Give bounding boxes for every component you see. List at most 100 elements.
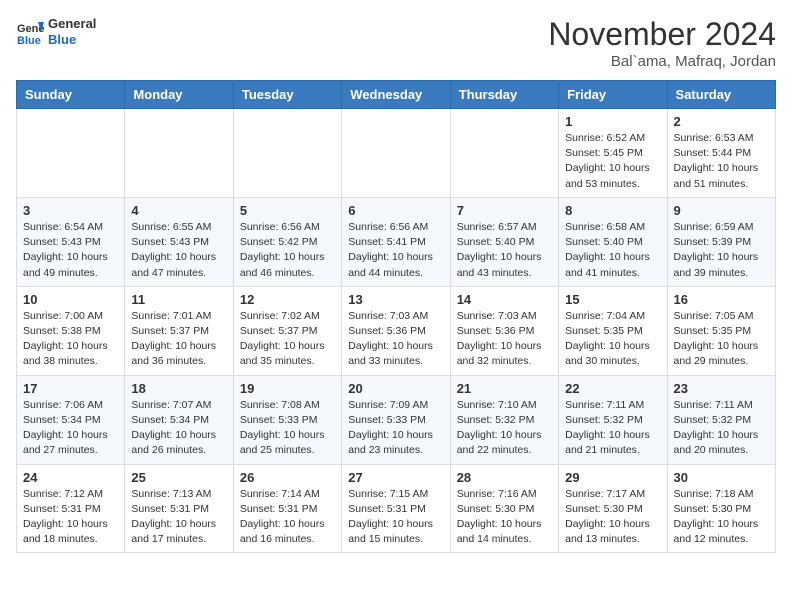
calendar-cell: 17Sunrise: 7:06 AM Sunset: 5:34 PM Dayli… (17, 375, 125, 464)
day-number: 18 (131, 381, 226, 396)
day-number: 8 (565, 203, 660, 218)
calendar-cell (342, 109, 450, 198)
calendar-cell: 8 Sunrise: 6:58 AM Sunset: 5:40 PM Daylig… (559, 197, 667, 286)
weekday-header-sunday: Sunday (17, 81, 125, 109)
day-info: Sunrise: 7:01 AM Sunset: 5:37 PM Dayligh… (131, 309, 226, 370)
logo-icon: General Blue (16, 18, 44, 46)
calendar-cell: 29Sunrise: 7:17 AM Sunset: 5:30 PM Dayli… (559, 464, 667, 553)
calendar-cell: 2Sunrise: 6:53 AM Sunset: 5:44 PM Daylig… (667, 109, 775, 198)
calendar-cell: 14Sunrise: 7:03 AM Sunset: 5:36 PM Dayli… (450, 286, 558, 375)
day-number: 13 (348, 292, 443, 307)
calendar-cell: 15 Sunrise: 7:04 AM Sunset: 5:35 PM Dayli… (559, 286, 667, 375)
day-number: 1 (565, 114, 660, 129)
day-number: 20 (348, 381, 443, 396)
day-number: 23 (674, 381, 769, 396)
day-info: Sunrise: 7:13 AM Sunset: 5:31 PM Dayligh… (131, 487, 226, 548)
weekday-header-thursday: Thursday (450, 81, 558, 109)
day-number: 9 (674, 203, 769, 218)
day-info: Sunrise: 7:11 AM Sunset: 5:32 PM Dayligh… (565, 398, 660, 459)
calendar-cell: 26 Sunrise: 7:14 AM Sunset: 5:31 PM Dayli… (233, 464, 341, 553)
calendar-cell (233, 109, 341, 198)
day-info: Sunrise: 6:56 AM Sunset: 5:42 PM Dayligh… (240, 220, 335, 281)
calendar-cell: 18Sunrise: 7:07 AM Sunset: 5:34 PM Dayli… (125, 375, 233, 464)
weekday-header-wednesday: Wednesday (342, 81, 450, 109)
day-number: 10 (23, 292, 118, 307)
day-number: 19 (240, 381, 335, 396)
weekday-header-row: SundayMondayTuesdayWednesdayThursdayFrid… (17, 81, 776, 109)
calendar-cell: 3 Sunrise: 6:54 AM Sunset: 5:43 PM Daylig… (17, 197, 125, 286)
calendar-cell: 21 Sunrise: 7:10 AM Sunset: 5:32 PM Dayli… (450, 375, 558, 464)
day-number: 3 (23, 203, 118, 218)
calendar-week-5: 24 Sunrise: 7:12 AM Sunset: 5:31 PM Dayli… (17, 464, 776, 553)
day-info: Sunrise: 7:03 AM Sunset: 5:36 PM Dayligh… (348, 309, 443, 370)
day-info: Sunrise: 7:14 AM Sunset: 5:31 PM Dayligh… (240, 487, 335, 548)
day-number: 15 (565, 292, 660, 307)
calendar-cell: 30 Sunrise: 7:18 AM Sunset: 5:30 PM Dayli… (667, 464, 775, 553)
day-info: Sunrise: 6:58 AM Sunset: 5:40 PM Dayligh… (565, 220, 660, 281)
svg-text:Blue: Blue (17, 35, 41, 46)
day-number: 5 (240, 203, 335, 218)
calendar-cell: 28 Sunrise: 7:16 AM Sunset: 5:30 PM Dayli… (450, 464, 558, 553)
day-number: 16 (674, 292, 769, 307)
day-info: Sunrise: 7:18 AM Sunset: 5:30 PM Dayligh… (674, 487, 769, 548)
day-number: 28 (457, 470, 552, 485)
day-number: 21 (457, 381, 552, 396)
weekday-header-friday: Friday (559, 81, 667, 109)
day-info: Sunrise: 7:10 AM Sunset: 5:32 PM Dayligh… (457, 398, 552, 459)
calendar-table: SundayMondayTuesdayWednesdayThursdayFrid… (16, 80, 776, 553)
day-number: 26 (240, 470, 335, 485)
calendar-cell (450, 109, 558, 198)
day-number: 4 (131, 203, 226, 218)
logo-general-text: General (48, 16, 96, 32)
calendar-cell: 16Sunrise: 7:05 AM Sunset: 5:35 PM Dayli… (667, 286, 775, 375)
calendar-cell: 1 Sunrise: 6:52 AM Sunset: 5:45 PM Daylig… (559, 109, 667, 198)
calendar-cell: 20Sunrise: 7:09 AM Sunset: 5:33 PM Dayli… (342, 375, 450, 464)
day-number: 24 (23, 470, 118, 485)
calendar-cell (17, 109, 125, 198)
day-info: Sunrise: 7:02 AM Sunset: 5:37 PM Dayligh… (240, 309, 335, 370)
day-info: Sunrise: 6:54 AM Sunset: 5:43 PM Dayligh… (23, 220, 118, 281)
calendar-cell: 6 Sunrise: 6:56 AM Sunset: 5:41 PM Daylig… (342, 197, 450, 286)
title-block: November 2024 Bal`ama, Mafraq, Jordan (548, 16, 776, 70)
calendar-cell (125, 109, 233, 198)
day-number: 17 (23, 381, 118, 396)
location: Bal`ama, Mafraq, Jordan (548, 53, 776, 70)
calendar-week-2: 3 Sunrise: 6:54 AM Sunset: 5:43 PM Daylig… (17, 197, 776, 286)
day-number: 7 (457, 203, 552, 218)
month-title: November 2024 (548, 16, 776, 53)
day-info: Sunrise: 7:08 AM Sunset: 5:33 PM Dayligh… (240, 398, 335, 459)
calendar-week-1: 1 Sunrise: 6:52 AM Sunset: 5:45 PM Daylig… (17, 109, 776, 198)
day-number: 2 (674, 114, 769, 129)
day-number: 6 (348, 203, 443, 218)
logo: General Blue General Blue (16, 16, 96, 47)
day-info: Sunrise: 7:12 AM Sunset: 5:31 PM Dayligh… (23, 487, 118, 548)
day-number: 22 (565, 381, 660, 396)
day-info: Sunrise: 6:52 AM Sunset: 5:45 PM Dayligh… (565, 131, 660, 192)
weekday-header-monday: Monday (125, 81, 233, 109)
calendar-cell: 23Sunrise: 7:11 AM Sunset: 5:32 PM Dayli… (667, 375, 775, 464)
calendar-week-4: 17Sunrise: 7:06 AM Sunset: 5:34 PM Dayli… (17, 375, 776, 464)
day-number: 30 (674, 470, 769, 485)
logo-blue-text: Blue (48, 32, 96, 48)
calendar-cell: 11 Sunrise: 7:01 AM Sunset: 5:37 PM Dayli… (125, 286, 233, 375)
calendar-cell: 13 Sunrise: 7:03 AM Sunset: 5:36 PM Dayli… (342, 286, 450, 375)
day-info: Sunrise: 7:04 AM Sunset: 5:35 PM Dayligh… (565, 309, 660, 370)
day-number: 12 (240, 292, 335, 307)
day-info: Sunrise: 7:16 AM Sunset: 5:30 PM Dayligh… (457, 487, 552, 548)
day-info: Sunrise: 6:57 AM Sunset: 5:40 PM Dayligh… (457, 220, 552, 281)
calendar-week-3: 10Sunrise: 7:00 AM Sunset: 5:38 PM Dayli… (17, 286, 776, 375)
calendar-cell: 10Sunrise: 7:00 AM Sunset: 5:38 PM Dayli… (17, 286, 125, 375)
day-info: Sunrise: 7:17 AM Sunset: 5:30 PM Dayligh… (565, 487, 660, 548)
calendar-cell: 24 Sunrise: 7:12 AM Sunset: 5:31 PM Dayli… (17, 464, 125, 553)
day-info: Sunrise: 6:56 AM Sunset: 5:41 PM Dayligh… (348, 220, 443, 281)
calendar-cell: 27Sunrise: 7:15 AM Sunset: 5:31 PM Dayli… (342, 464, 450, 553)
calendar-cell: 4Sunrise: 6:55 AM Sunset: 5:43 PM Daylig… (125, 197, 233, 286)
calendar-cell: 12 Sunrise: 7:02 AM Sunset: 5:37 PM Dayli… (233, 286, 341, 375)
day-info: Sunrise: 7:03 AM Sunset: 5:36 PM Dayligh… (457, 309, 552, 370)
calendar-cell: 22 Sunrise: 7:11 AM Sunset: 5:32 PM Dayli… (559, 375, 667, 464)
day-number: 25 (131, 470, 226, 485)
day-info: Sunrise: 6:59 AM Sunset: 5:39 PM Dayligh… (674, 220, 769, 281)
calendar-cell: 7 Sunrise: 6:57 AM Sunset: 5:40 PM Daylig… (450, 197, 558, 286)
calendar-cell: 19 Sunrise: 7:08 AM Sunset: 5:33 PM Dayli… (233, 375, 341, 464)
day-number: 11 (131, 292, 226, 307)
